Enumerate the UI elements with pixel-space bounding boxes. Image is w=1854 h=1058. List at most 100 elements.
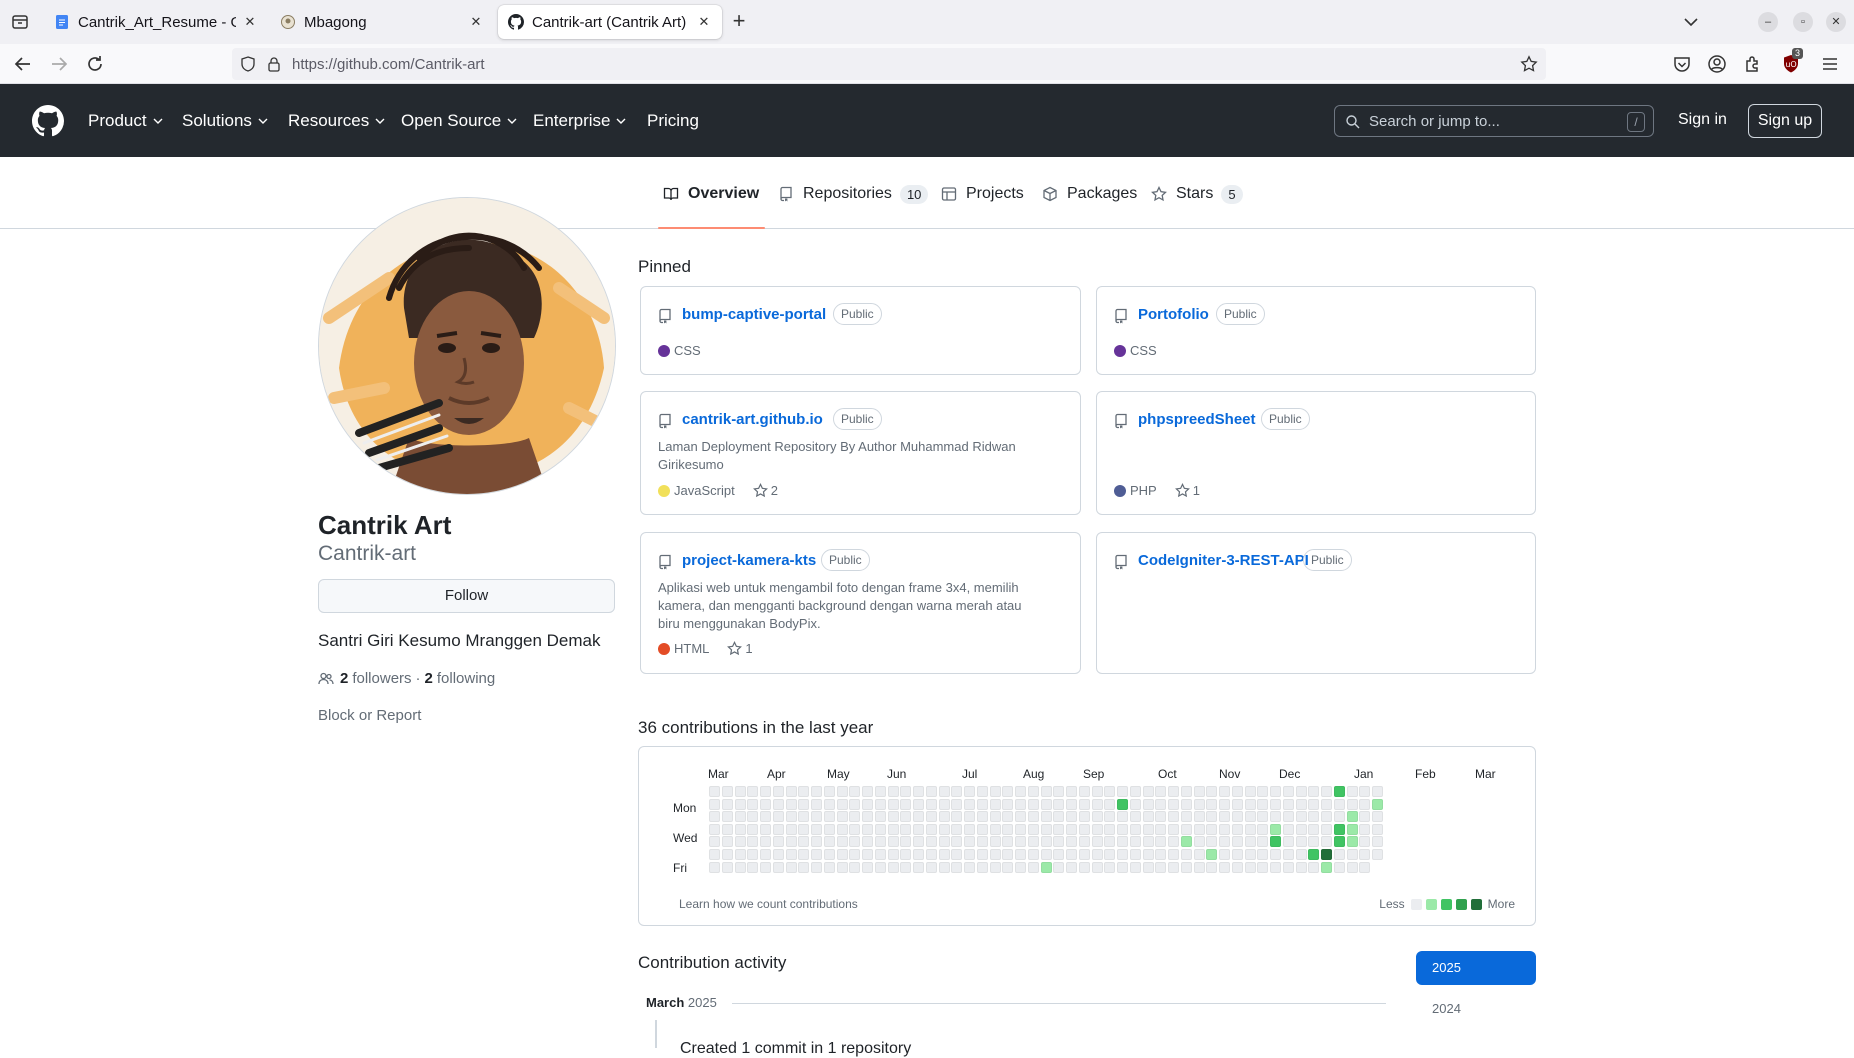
contribution-day-cell[interactable] xyxy=(785,836,797,848)
contribution-day-cell[interactable] xyxy=(1321,811,1332,823)
contribution-day-cell[interactable] xyxy=(1142,798,1154,810)
contribution-day-cell[interactable] xyxy=(913,849,924,860)
contribution-day-cell[interactable] xyxy=(1104,811,1116,823)
contribution-day-cell[interactable] xyxy=(1180,823,1192,835)
pocket-icon[interactable] xyxy=(1672,54,1692,74)
contribution-day-cell[interactable] xyxy=(747,786,759,797)
contribution-day-cell[interactable] xyxy=(925,798,937,810)
tab-close-icon[interactable]: ✕ xyxy=(696,14,712,30)
contribution-day-cell[interactable] xyxy=(1155,861,1167,873)
contribution-day-cell[interactable] xyxy=(1282,811,1294,823)
tab-stars[interactable]: Stars 5 xyxy=(1151,185,1243,229)
contribution-day-cell[interactable] xyxy=(900,811,912,823)
contribution-day-cell[interactable] xyxy=(1231,823,1243,835)
contribution-day-cell[interactable] xyxy=(1282,861,1294,873)
contribution-day-cell[interactable] xyxy=(951,786,963,797)
contribution-day-cell[interactable] xyxy=(1168,798,1179,810)
contribution-day-cell[interactable] xyxy=(1231,836,1243,848)
contribution-day-cell[interactable] xyxy=(874,798,886,810)
contribution-day-cell[interactable] xyxy=(1015,849,1026,860)
contribution-day-cell[interactable] xyxy=(1180,836,1192,848)
contribution-day-cell[interactable] xyxy=(772,786,784,797)
contribution-day-cell[interactable] xyxy=(798,849,810,860)
contribution-day-cell[interactable] xyxy=(1015,861,1026,873)
contribution-day-cell[interactable] xyxy=(760,811,771,823)
contribution-day-cell[interactable] xyxy=(1231,798,1243,810)
contribution-day-cell[interactable] xyxy=(1015,836,1026,848)
contribution-day-cell[interactable] xyxy=(1231,786,1243,797)
contribution-day-cell[interactable] xyxy=(734,798,746,810)
avatar[interactable] xyxy=(318,197,616,495)
contribution-day-cell[interactable] xyxy=(1104,849,1116,860)
contribution-day-cell[interactable] xyxy=(976,836,988,848)
contribution-day-cell[interactable] xyxy=(1206,811,1218,823)
learn-contributions-link[interactable]: Learn how we count contributions xyxy=(679,897,858,911)
tracking-protection-icon[interactable] xyxy=(240,56,256,72)
contribution-day-cell[interactable] xyxy=(1219,798,1230,810)
contribution-day-cell[interactable] xyxy=(874,861,886,873)
contribution-day-cell[interactable] xyxy=(1333,786,1345,797)
contribution-day-cell[interactable] xyxy=(1206,861,1218,873)
contribution-day-cell[interactable] xyxy=(887,861,899,873)
contribution-day-cell[interactable] xyxy=(989,823,1001,835)
ublock-extension[interactable]: uO 3 xyxy=(1780,48,1804,75)
close-window-icon[interactable]: ✕ xyxy=(1826,12,1846,32)
contribution-day-cell[interactable] xyxy=(1372,786,1383,797)
contribution-day-cell[interactable] xyxy=(887,823,899,835)
contribution-day-cell[interactable] xyxy=(1359,786,1371,797)
contribution-day-cell[interactable] xyxy=(1027,861,1039,873)
contribution-day-cell[interactable] xyxy=(1002,786,1014,797)
contribution-day-cell[interactable] xyxy=(785,798,797,810)
new-tab-icon[interactable]: + xyxy=(728,10,750,33)
nav-enterprise[interactable]: Enterprise xyxy=(533,84,627,157)
contribution-day-cell[interactable] xyxy=(836,836,848,848)
contribution-day-cell[interactable] xyxy=(1078,786,1090,797)
contribution-day-cell[interactable] xyxy=(1066,836,1077,848)
contribution-day-cell[interactable] xyxy=(900,786,912,797)
contribution-day-cell[interactable] xyxy=(1155,786,1167,797)
contribution-day-cell[interactable] xyxy=(1040,811,1052,823)
contribution-day-cell[interactable] xyxy=(772,811,784,823)
contribution-day-cell[interactable] xyxy=(1066,823,1077,835)
contribution-day-cell[interactable] xyxy=(874,836,886,848)
contribution-day-cell[interactable] xyxy=(721,811,733,823)
contribution-day-cell[interactable] xyxy=(1270,823,1281,835)
contribution-day-cell[interactable] xyxy=(1359,811,1371,823)
contribution-day-cell[interactable] xyxy=(1206,798,1218,810)
contribution-day-cell[interactable] xyxy=(823,786,835,797)
contribution-day-cell[interactable] xyxy=(1142,786,1154,797)
contribution-day-cell[interactable] xyxy=(1155,823,1167,835)
contribution-day-cell[interactable] xyxy=(1257,836,1269,848)
contribution-day-cell[interactable] xyxy=(760,823,771,835)
contribution-day-cell[interactable] xyxy=(913,823,924,835)
contribution-day-cell[interactable] xyxy=(1002,849,1014,860)
contribution-day-cell[interactable] xyxy=(1002,836,1014,848)
contribution-day-cell[interactable] xyxy=(874,849,886,860)
contribution-day-cell[interactable] xyxy=(1244,798,1256,810)
contribution-day-cell[interactable] xyxy=(1091,849,1103,860)
contribution-day-cell[interactable] xyxy=(823,861,835,873)
contribution-day-cell[interactable] xyxy=(734,861,746,873)
contribution-day-cell[interactable] xyxy=(849,861,861,873)
contribution-day-cell[interactable] xyxy=(811,849,822,860)
contribution-day-cell[interactable] xyxy=(721,849,733,860)
contribution-day-cell[interactable] xyxy=(747,861,759,873)
activity-event[interactable]: Created 1 commit in 1 repository xyxy=(680,1040,911,1058)
contribution-day-cell[interactable] xyxy=(709,786,720,797)
contribution-day-cell[interactable] xyxy=(1244,823,1256,835)
contribution-day-cell[interactable] xyxy=(1219,811,1230,823)
contribution-day-cell[interactable] xyxy=(887,786,899,797)
contribution-day-cell[interactable] xyxy=(734,786,746,797)
contribution-day-cell[interactable] xyxy=(760,798,771,810)
contribution-day-cell[interactable] xyxy=(747,798,759,810)
contribution-day-cell[interactable] xyxy=(1346,798,1358,810)
contribution-day-cell[interactable] xyxy=(1308,849,1320,860)
contribution-day-cell[interactable] xyxy=(964,786,975,797)
contribution-day-cell[interactable] xyxy=(1359,849,1371,860)
contribution-day-cell[interactable] xyxy=(1321,836,1332,848)
nav-open-source[interactable]: Open Source xyxy=(401,84,518,157)
contribution-day-cell[interactable] xyxy=(951,798,963,810)
contribution-day-cell[interactable] xyxy=(836,798,848,810)
contribution-day-cell[interactable] xyxy=(1027,811,1039,823)
contribution-day-cell[interactable] xyxy=(1027,836,1039,848)
